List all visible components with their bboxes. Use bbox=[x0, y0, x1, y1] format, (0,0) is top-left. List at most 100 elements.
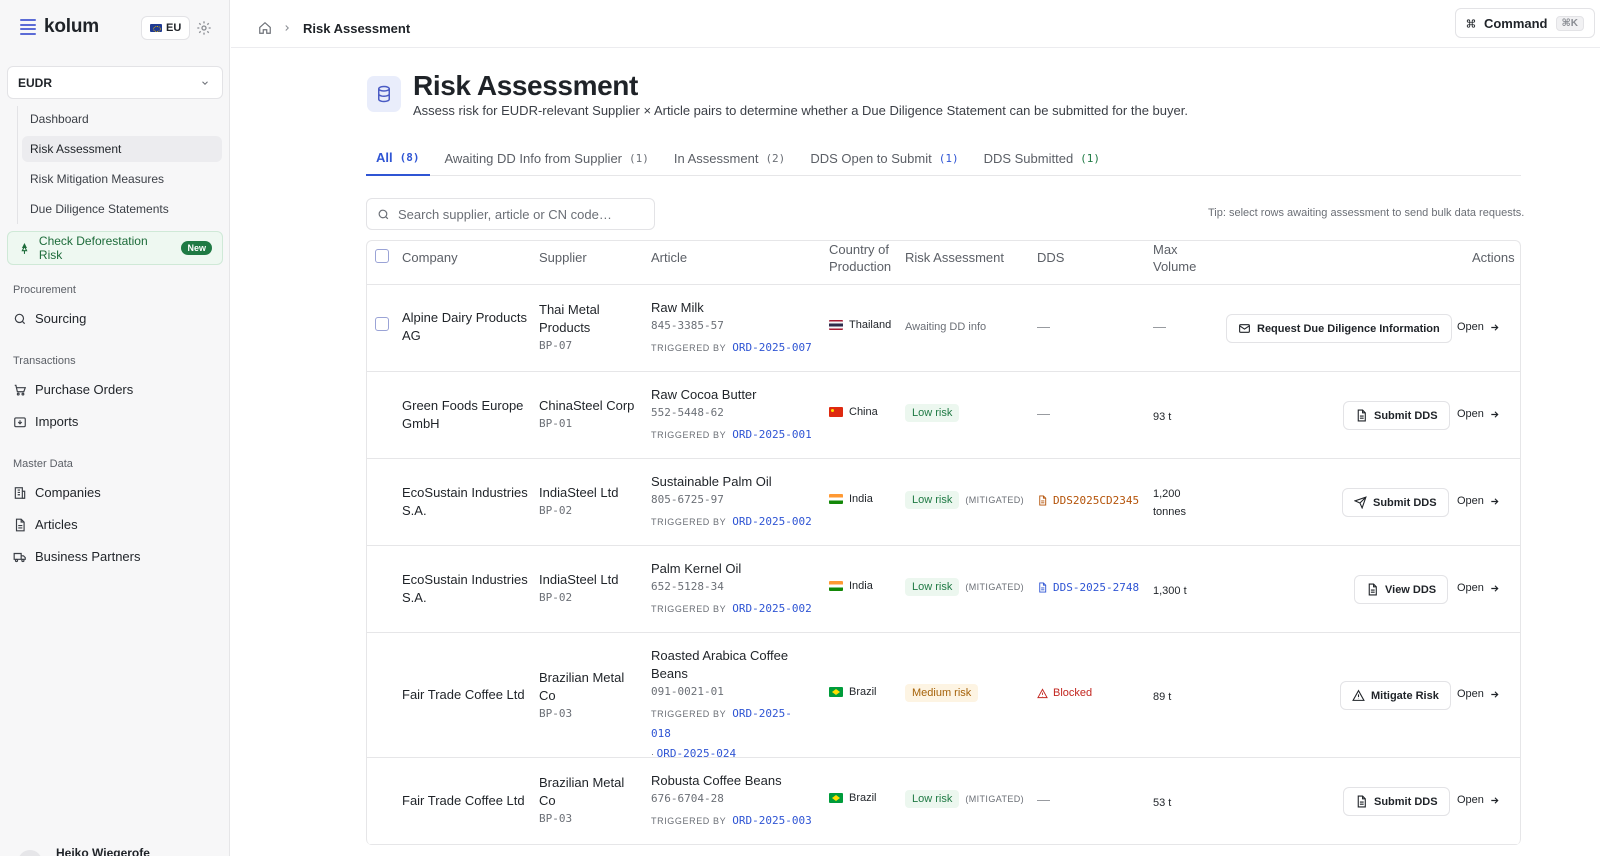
home-icon[interactable] bbox=[258, 21, 272, 35]
risk-cell: Low risk (MITIGATED) bbox=[905, 578, 1024, 596]
region-label: EU bbox=[166, 22, 182, 34]
order-link[interactable]: ORD-2025-002 bbox=[732, 515, 811, 528]
page-title: Risk Assessment bbox=[413, 70, 638, 101]
search-icon bbox=[378, 209, 389, 219]
risk-cell: Medium risk bbox=[905, 684, 979, 702]
risk-status: Awaiting DD info bbox=[905, 321, 987, 333]
nav-item-imports[interactable]: Imports bbox=[13, 414, 78, 429]
user-name[interactable]: Heiko Wiegerofe bbox=[56, 846, 150, 856]
table-row[interactable]: EcoSustain Industries S.A. IndiaSteel Lt… bbox=[367, 546, 1520, 633]
nav-item-articles[interactable]: Articles bbox=[13, 517, 78, 532]
column-header-dds[interactable]: DDS bbox=[1037, 250, 1064, 265]
import-icon bbox=[14, 416, 26, 427]
status-tabs: All (8) Awaiting DD Info from Supplier (1)… bbox=[366, 140, 1521, 176]
check-deforestation-risk-button[interactable]: Check Deforestation Risk New bbox=[7, 231, 223, 265]
order-link[interactable]: ORD-2025-003 bbox=[732, 814, 811, 827]
row-checkbox[interactable] bbox=[375, 317, 389, 331]
section-procurement: Procurement bbox=[13, 284, 76, 296]
triggered-by: TRIGGERED BY ORD-2025-002 bbox=[651, 599, 812, 619]
brand[interactable]: kolum bbox=[20, 16, 99, 38]
supplier-name: IndiaSteel Ltd bbox=[539, 572, 619, 587]
table-row[interactable]: Alpine Dairy Products AG Thai Metal Prod… bbox=[367, 285, 1520, 372]
open-link[interactable]: Open bbox=[1457, 688, 1500, 700]
column-header-article[interactable]: Article bbox=[651, 250, 687, 265]
truck-icon bbox=[13, 552, 26, 562]
module-selector-label: EUDR bbox=[18, 75, 53, 90]
subnav-divider bbox=[17, 106, 18, 224]
open-link[interactable]: Open bbox=[1457, 582, 1500, 594]
request-due-diligence-button[interactable]: Request Due Diligence Information bbox=[1226, 314, 1452, 343]
nav-item-business-partners[interactable]: Business Partners bbox=[13, 549, 141, 564]
tab-in-assessment[interactable]: In Assessment (2) bbox=[664, 140, 795, 176]
risk-assessment-table: Company Supplier Article Country of Produ… bbox=[366, 240, 1521, 845]
nav-item-purchase-orders[interactable]: Purchase Orders bbox=[13, 382, 133, 397]
dds-value: — bbox=[1037, 406, 1050, 421]
region-selector[interactable]: EU bbox=[141, 16, 191, 40]
command-palette-button[interactable]: Command ⌘K bbox=[1455, 8, 1595, 38]
nav-item-companies[interactable]: Companies bbox=[13, 485, 101, 500]
eu-flag-icon bbox=[150, 24, 162, 32]
tab-dds-open-to-submit[interactable]: DDS Open to Submit (1) bbox=[800, 140, 968, 176]
open-link[interactable]: Open bbox=[1457, 794, 1500, 806]
column-header-company[interactable]: Company bbox=[402, 250, 458, 265]
table-row[interactable]: Fair Trade Coffee Ltd Brazilian Metal Co… bbox=[367, 758, 1520, 845]
column-header-country[interactable]: Country of Production bbox=[829, 241, 891, 275]
dds-reference: DDS2025CD2345 bbox=[1053, 494, 1140, 507]
article-name: Raw Cocoa Butter bbox=[651, 387, 757, 402]
search-input[interactable] bbox=[398, 206, 638, 222]
supplier-name: Thai Metal Products bbox=[539, 302, 600, 335]
search-box bbox=[366, 198, 655, 230]
china-flag-icon bbox=[829, 407, 843, 417]
table-row[interactable]: Fair Trade Coffee Ltd Brazilian Metal Co… bbox=[367, 633, 1520, 760]
tab-all[interactable]: All (8) bbox=[366, 140, 430, 176]
table-row[interactable]: Green Foods Europe GmbH ChinaSteel Corp … bbox=[367, 372, 1520, 459]
risk-badge: Low risk bbox=[905, 578, 960, 596]
action-label: Submit DDS bbox=[1374, 409, 1438, 422]
order-link[interactable]: ORD-2025-001 bbox=[732, 428, 811, 441]
dds-link[interactable]: DDS-2025-2748 bbox=[1037, 581, 1139, 594]
tab-awaiting-dd-info[interactable]: Awaiting DD Info from Supplier (1) bbox=[435, 140, 659, 176]
nav-item-label: Articles bbox=[35, 517, 78, 532]
submit-dds-button[interactable]: Submit DDS bbox=[1342, 488, 1449, 517]
open-link[interactable]: Open bbox=[1457, 321, 1500, 333]
view-dds-button[interactable]: View DDS bbox=[1354, 575, 1449, 604]
subnav-item-dashboard[interactable]: Dashboard bbox=[22, 106, 222, 132]
subnav-item-risk-assessment[interactable]: Risk Assessment bbox=[22, 136, 222, 162]
risk-badge: Medium risk bbox=[905, 684, 979, 702]
nav-item-sourcing[interactable]: Sourcing bbox=[13, 311, 86, 326]
tab-label: DDS Submitted bbox=[983, 150, 1074, 166]
subnav-item-due-diligence-statements[interactable]: Due Diligence Statements bbox=[22, 196, 222, 222]
tab-dds-submitted[interactable]: DDS Submitted (1) bbox=[974, 140, 1110, 176]
select-all-checkbox[interactable] bbox=[375, 249, 389, 263]
submit-dds-button[interactable]: Submit DDS bbox=[1343, 787, 1450, 816]
mitigate-risk-button[interactable]: Mitigate Risk bbox=[1340, 681, 1451, 710]
nav-item-label: Purchase Orders bbox=[35, 382, 134, 397]
open-link[interactable]: Open bbox=[1457, 495, 1500, 507]
subnav-item-risk-mitigation-measures[interactable]: Risk Mitigation Measures bbox=[22, 166, 222, 192]
dds-value: — bbox=[1037, 792, 1050, 807]
module-selector[interactable]: EUDR bbox=[7, 66, 223, 99]
country-name: India bbox=[849, 493, 873, 505]
tab-count: (8) bbox=[399, 150, 420, 164]
topbar: Risk Assessment Command ⌘K bbox=[231, 0, 1600, 48]
open-link[interactable]: Open bbox=[1457, 408, 1500, 420]
supplier-name: Brazilian Metal Co bbox=[539, 775, 625, 808]
gear-icon[interactable] bbox=[196, 20, 212, 36]
dds-link[interactable]: DDS2025CD2345 bbox=[1037, 494, 1139, 507]
table-row[interactable]: EcoSustain Industries S.A. IndiaSteel Lt… bbox=[367, 459, 1520, 546]
document-icon bbox=[1039, 495, 1047, 506]
nav-item-label: Companies bbox=[35, 485, 101, 500]
avatar[interactable] bbox=[18, 850, 42, 856]
submit-dds-button[interactable]: Submit DDS bbox=[1343, 401, 1450, 430]
country-name: China bbox=[849, 406, 878, 418]
column-header-volume[interactable]: Max Volume bbox=[1153, 241, 1196, 275]
arrow-right-icon bbox=[1491, 690, 1499, 698]
country-name: Thailand bbox=[849, 319, 892, 331]
country-cell: Brazil bbox=[829, 686, 877, 698]
column-header-actions: Actions bbox=[1472, 250, 1515, 265]
order-link[interactable]: ORD-2025-007 bbox=[732, 341, 811, 354]
risk-badge: Low risk bbox=[905, 491, 960, 509]
order-link[interactable]: ORD-2025-002 bbox=[732, 602, 811, 615]
column-header-supplier[interactable]: Supplier bbox=[539, 250, 587, 265]
column-header-risk[interactable]: Risk Assessment bbox=[905, 250, 1004, 265]
